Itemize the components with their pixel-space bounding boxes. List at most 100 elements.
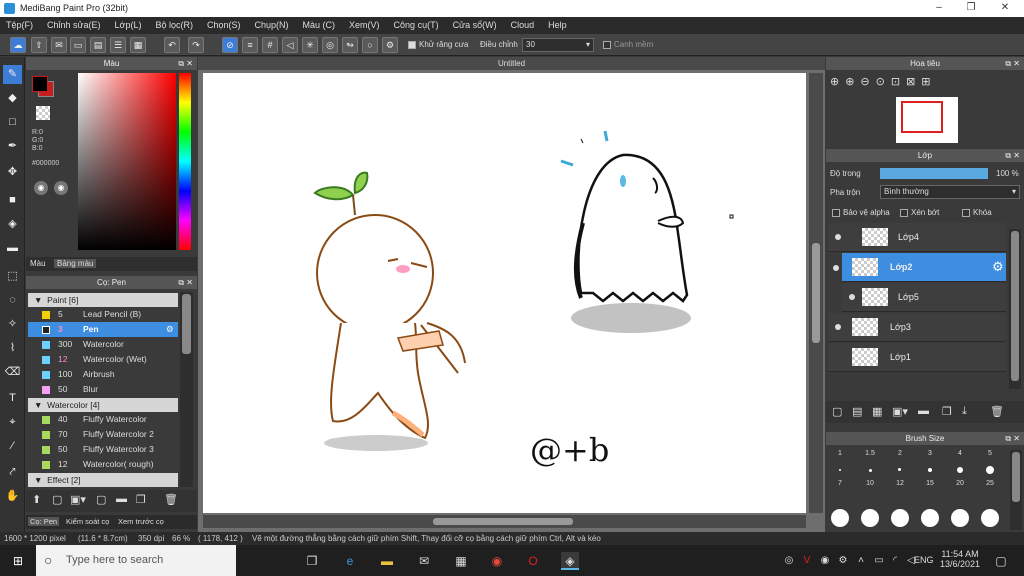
brush-tool-icon[interactable]: ✎	[3, 65, 22, 84]
eye-icon[interactable]	[835, 324, 841, 330]
brush-menu-icon[interactable]: ▣▾	[70, 493, 86, 506]
medibang-taskbar-icon[interactable]: ◈	[561, 552, 579, 570]
layer-row[interactable]: Lớp5	[842, 283, 1006, 312]
brush-size-5[interactable]: 5	[976, 450, 1004, 478]
concentric-snap-icon[interactable]: ◎	[322, 37, 338, 53]
scroll-thumb[interactable]	[182, 294, 191, 354]
menu-edit[interactable]: Chỉnh sửa(E)	[41, 17, 109, 34]
fill-rect-tool-icon[interactable]: ■	[3, 191, 22, 210]
brush-item-pen[interactable]: 3 Pen ⚙	[28, 322, 178, 337]
adjust-select[interactable]: 30 ▾	[522, 38, 594, 52]
horizontal-scrollbar[interactable]	[203, 515, 806, 528]
move-tool-icon[interactable]: ✥	[3, 163, 22, 182]
folder-icon[interactable]: ▬	[918, 405, 929, 417]
add-layer-menu-icon[interactable]: ▣▾	[892, 405, 908, 418]
gear-icon[interactable]: ⚙	[166, 322, 174, 337]
brush-size-2[interactable]: 2	[886, 450, 914, 478]
tab-palette[interactable]: Bảng màu	[54, 259, 97, 268]
maximize-button[interactable]: ❐	[956, 0, 986, 17]
brush-item-airbrush[interactable]: 100 Airbrush	[28, 367, 178, 382]
scroll-thumb[interactable]	[812, 243, 820, 343]
menu-view[interactable]: Xem(V)	[343, 17, 388, 34]
select-eraser-icon[interactable]: ⌫	[3, 363, 22, 382]
new-8bit-layer-icon[interactable]: ▦	[872, 405, 882, 418]
scroll-thumb[interactable]	[1011, 231, 1019, 381]
drawing-canvas[interactable]: @+b	[203, 73, 806, 513]
circle-snap-icon[interactable]: ○	[362, 37, 378, 53]
vanish-snap-icon[interactable]: ◁	[282, 37, 298, 53]
brush-size-25[interactable]: 25	[976, 480, 1004, 508]
gear-icon[interactable]: ⚙	[992, 259, 1004, 275]
vertical-scrollbar[interactable]	[809, 73, 823, 513]
navigator-tools[interactable]: ⊕⊕⊖⊙⊡⊠⊞	[830, 75, 937, 88]
tray-app-icon[interactable]: ◎	[780, 552, 798, 570]
scroll-thumb[interactable]	[433, 518, 573, 525]
foreground-color-swatch[interactable]	[32, 76, 48, 92]
redo-icon[interactable]: ↷	[188, 37, 204, 53]
layer-row-selected[interactable]: Lớp2 ⚙	[842, 253, 1006, 282]
hand-tool-icon[interactable]: ✋	[3, 487, 22, 506]
opacity-slider[interactable]	[880, 168, 988, 179]
select-pen-icon[interactable]: ⌇	[3, 339, 22, 358]
chevron-up-icon[interactable]: ˄	[852, 552, 870, 570]
eye-icon[interactable]	[835, 234, 841, 240]
tab-brush-preview[interactable]: Xem trước cọ	[118, 517, 164, 526]
clipping-checkbox[interactable]: Xén bớt	[900, 208, 939, 217]
minimize-button[interactable]: –	[924, 0, 954, 17]
close-button[interactable]: ✕	[990, 0, 1020, 17]
brush-size-1-5[interactable]: 1.5	[856, 450, 884, 478]
duplicate-icon[interactable]: ❐	[136, 493, 146, 506]
panel-menu-icon[interactable]: ⧉ ✕	[178, 57, 193, 70]
eye-icon[interactable]	[833, 265, 839, 271]
gradient-tool-icon[interactable]: ▬	[3, 239, 22, 258]
lock-checkbox[interactable]: Khóa	[962, 208, 992, 217]
smooth-checkbox[interactable]: Canh mềm	[603, 40, 653, 49]
brush-size-4[interactable]: 4	[946, 450, 974, 478]
panel-menu-icon[interactable]: ⧉ ✕	[178, 276, 193, 289]
tray-app3-icon[interactable]: ⚙	[834, 552, 852, 570]
menu-cloud[interactable]: Cloud	[505, 17, 543, 34]
new-halftone-layer-icon[interactable]: ▤	[852, 405, 862, 418]
brush-item-watercolor-wet[interactable]: 12 Watercolor (Wet)	[28, 352, 178, 367]
layer-row[interactable]: Lớp3	[828, 313, 1006, 342]
undo-icon[interactable]: ↶	[164, 37, 180, 53]
tab-color[interactable]: Màu	[30, 259, 46, 268]
divide-tool-icon[interactable]: ⁄	[3, 437, 22, 456]
tab-brush[interactable]: Cọ: Pen	[28, 517, 60, 526]
menu-filter[interactable]: Bộ lọc(R)	[149, 17, 201, 34]
brush-item-lead-pencil[interactable]: 5 Lead Pencil (B)	[28, 307, 178, 322]
panel-menu-icon[interactable]: ⧉ ✕	[1005, 57, 1020, 70]
layer-row[interactable]: Lớp4	[828, 223, 1006, 252]
eye-icon[interactable]	[849, 294, 855, 300]
taskbar-search[interactable]: ○ Type here to search	[36, 545, 236, 576]
duplicate-layer-icon[interactable]: ❐	[942, 405, 952, 418]
radial-snap-icon[interactable]: ✳	[302, 37, 318, 53]
panel-menu-icon[interactable]: ⧉ ✕	[1005, 432, 1020, 445]
menu-select[interactable]: Chọn(S)	[201, 17, 249, 34]
bucket-tool-icon[interactable]: ◈	[3, 215, 22, 234]
blend-select[interactable]: Bình thường ▾	[880, 185, 1020, 199]
store-icon[interactable]: ▦	[452, 552, 470, 570]
folder-icon[interactable]: ▬	[116, 493, 127, 505]
pen-tool-icon[interactable]: ✒	[3, 137, 22, 156]
brush-size-large-row[interactable]	[831, 508, 1011, 528]
copy-brush-icon[interactable]: ▢	[96, 493, 106, 506]
cloud-icon[interactable]: ☁	[10, 37, 26, 53]
comment-icon[interactable]: ▭	[70, 37, 86, 53]
view-rectangle[interactable]	[901, 101, 943, 133]
operation-tool-icon[interactable]: ⌖	[3, 413, 22, 432]
chrome-icon[interactable]: ◉	[488, 552, 506, 570]
windows-start-icon[interactable]: ⊞	[9, 552, 27, 570]
add-brush-icon[interactable]: ⬆	[32, 493, 41, 506]
navigator-thumbnail[interactable]	[896, 97, 958, 143]
protect-alpha-checkbox[interactable]: Bảo vệ alpha	[832, 208, 890, 217]
trash-icon[interactable]: 🗑	[164, 493, 178, 506]
brush-size-12[interactable]: 12	[886, 480, 914, 508]
antialias-checkbox[interactable]: Khử răng cưa	[408, 40, 468, 49]
brush-item-blur[interactable]: 50 Blur	[28, 382, 178, 397]
language-indicator[interactable]: ENG	[914, 555, 934, 565]
eraser-tool-icon[interactable]: ◆	[3, 89, 22, 108]
group-watercolor[interactable]: ▼ Watercolor [4]	[28, 398, 178, 412]
brush-item-watercolor[interactable]: 300 Watercolor	[28, 337, 178, 352]
dot-tool-icon[interactable]: □	[3, 113, 22, 132]
